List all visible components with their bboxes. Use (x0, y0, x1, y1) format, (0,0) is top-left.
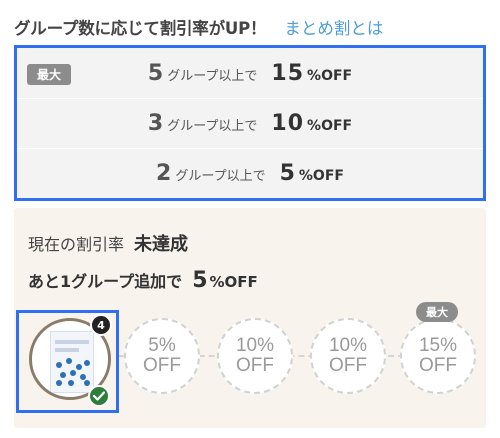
current-rate-label: 現在の割引率 (28, 235, 125, 254)
quantity-badge: 4 (90, 314, 112, 336)
tier-row: 2 グループ以上で 5 %OFF (17, 148, 483, 198)
tier-off-label: %OFF (307, 118, 353, 134)
discount-step-5: 5% OFF (124, 318, 200, 394)
max-badge: 最大 (27, 64, 72, 85)
discount-progress-track: 4 5% OFF 10% OFF 10% OFF 15% OFF 最大 (14, 302, 486, 418)
bundle-discount-info-link[interactable]: まとめ割とは (284, 15, 383, 39)
next-discount-off: %OFF (209, 273, 258, 291)
discount-status-panel: 現在の割引率 未達成 あと1グループ追加で 5 %OFF 4 5% OFF 10… (14, 208, 486, 428)
next-discount-label: あと1グループ追加で (28, 272, 183, 291)
product-slot[interactable]: 4 (16, 310, 119, 413)
next-discount-rate: 5 (192, 268, 208, 293)
discount-tier-table: 最大 5 グループ以上で 15 %OFF 3 グループ以上で 10 %OFF 2… (14, 45, 486, 201)
tier-row: 最大 5 グループ以上で 15 %OFF (17, 48, 483, 98)
discount-step-10: 10% OFF (217, 318, 293, 394)
current-rate-line: 現在の割引率 未達成 (28, 230, 188, 256)
product-package-image (50, 331, 94, 393)
discount-step-15: 15% OFF (400, 318, 476, 394)
tier-discount-rate: 10 (271, 111, 305, 136)
step-rate: 5% (148, 335, 176, 357)
tier-text: 5 グループ以上で 15 %OFF (148, 61, 352, 86)
tier-discount-rate: 15 (271, 60, 305, 86)
discount-step-10: 10% OFF (310, 318, 386, 394)
current-rate-value: 未達成 (134, 234, 189, 255)
step-rate: 10% (328, 335, 368, 357)
tier-discount-rate: 5 (279, 161, 296, 186)
tier-group-count: 2 (156, 161, 172, 186)
step-rate: 10% (235, 335, 275, 357)
tier-off-label: %OFF (298, 168, 344, 184)
tier-group-count: 5 (147, 60, 164, 86)
tier-group-count: 3 (147, 111, 164, 136)
tier-unit-label: グループ以上で (167, 68, 258, 84)
page-title: グループ数に応じて割引率がUP！ (14, 19, 267, 38)
tier-off-label: %OFF (307, 67, 353, 84)
tier-unit-label: グループ以上で (175, 169, 266, 184)
tier-row: 3 グループ以上で 10 %OFF (17, 98, 483, 148)
step-off: OFF (236, 355, 274, 376)
check-icon (88, 385, 110, 407)
step-off: OFF (143, 355, 181, 376)
step-off: OFF (329, 355, 367, 376)
tier-unit-label: グループ以上で (167, 119, 258, 134)
tier-text: 2 グループ以上で 5 %OFF (156, 161, 344, 186)
header: グループ数に応じて割引率がUP！ まとめ割とは (14, 14, 383, 40)
tier-text: 3 グループ以上で 10 %OFF (148, 111, 352, 136)
max-tag: 最大 (416, 302, 458, 322)
step-off: OFF (419, 355, 457, 376)
next-discount-line: あと1グループ追加で 5 %OFF (28, 268, 258, 293)
step-rate: 15% (418, 335, 458, 357)
